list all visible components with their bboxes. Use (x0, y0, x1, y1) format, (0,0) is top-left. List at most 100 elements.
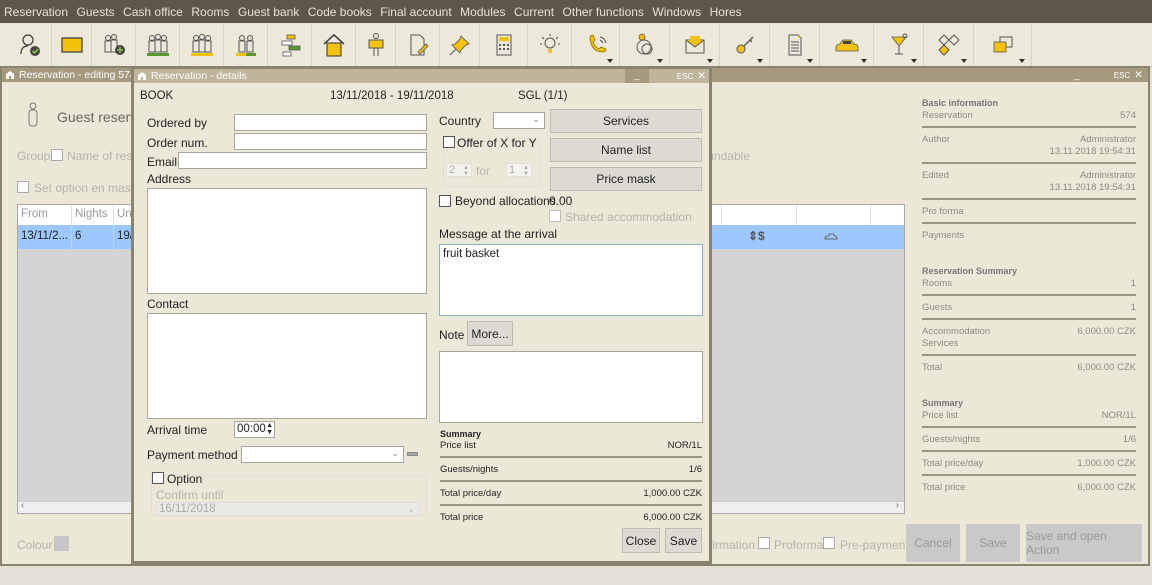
close-icon[interactable]: ✕ (697, 70, 706, 82)
header-from[interactable]: From (18, 205, 72, 225)
house-button[interactable] (312, 23, 356, 67)
reservation-details-title: Reservation - details (151, 70, 247, 82)
price-sort-dollar-icon[interactable]: ⇕$ (748, 229, 765, 243)
screens-dropdown-arrow[interactable] (1019, 59, 1025, 63)
guests-label: Guests (922, 302, 953, 313)
close-button[interactable]: Close (622, 528, 660, 553)
payment-method-edit-icon[interactable] (407, 452, 418, 456)
mail-button[interactable] (670, 23, 720, 67)
group-mixed-button[interactable] (224, 23, 268, 67)
scroll-right-icon[interactable]: › (896, 500, 899, 511)
cocktail-dropdown-arrow[interactable] (911, 59, 917, 63)
cell-nights: 6 (72, 225, 114, 249)
message-arrival-textarea[interactable]: fruit basket (439, 244, 703, 316)
car-button[interactable] (820, 23, 874, 67)
scroll-left-icon[interactable]: ‹ (21, 500, 24, 511)
shared-accommodation-checkbox[interactable] (549, 210, 561, 222)
cancel-button[interactable]: Cancel (906, 524, 960, 562)
offer-checkbox[interactable] (443, 136, 455, 148)
services-button[interactable]: Services (550, 109, 702, 133)
group-checkbox[interactable] (51, 149, 63, 161)
payment-method-select[interactable]: ⌄ (241, 446, 404, 463)
group-green-button[interactable] (136, 23, 180, 67)
menu-guests[interactable]: Guests (77, 5, 115, 19)
spinner-arrows-icon[interactable]: ▲ ▼ (266, 422, 273, 436)
colour-swatch[interactable] (54, 536, 69, 551)
mail-dropdown-arrow[interactable] (707, 59, 713, 63)
price-mask-button[interactable]: Price mask (550, 167, 702, 191)
colour-label: Colour (17, 538, 53, 552)
chevron-down-icon: ⌄ (532, 114, 540, 124)
arrival-time-spinner[interactable]: 00:00 ▲ ▼ (234, 421, 275, 438)
menu-guest-bank[interactable]: Guest bank (238, 5, 299, 19)
menu-code-books[interactable]: Code books (308, 5, 372, 19)
menu-windows[interactable]: Windows (652, 5, 701, 19)
set-option-label: Set option en masse (34, 181, 144, 195)
circles-dropdown-arrow[interactable] (657, 59, 663, 63)
menu-rooms[interactable]: Rooms (191, 5, 229, 19)
address-textarea[interactable] (147, 188, 427, 294)
car-dropdown-arrow[interactable] (861, 59, 867, 63)
minimize-button[interactable]: _ (1074, 69, 1080, 81)
more-button[interactable]: More... (467, 321, 513, 346)
guest-check-button[interactable] (8, 23, 52, 67)
option-checkbox[interactable] (152, 472, 164, 484)
country-select[interactable]: ⌄ (493, 112, 545, 129)
cocktail-button[interactable] (874, 23, 924, 67)
person-board-button[interactable] (356, 23, 396, 67)
contact-textarea[interactable] (147, 313, 427, 419)
name-list-button[interactable]: Name list (550, 138, 702, 162)
menu-reservation[interactable]: Reservation (4, 5, 68, 19)
circles-button[interactable] (620, 23, 670, 67)
save-and-open-action-button[interactable]: Save and open Action (1026, 524, 1142, 562)
close-icon[interactable]: ✕ (1134, 69, 1143, 81)
beyond-allocations-checkbox[interactable] (439, 195, 451, 207)
reservation-details-titlebar[interactable]: Reservation - details _ ESC ✕ (134, 69, 709, 83)
menu-current[interactable]: Current (514, 5, 554, 19)
menu-hores[interactable]: Hores (710, 5, 742, 19)
card-button[interactable] (52, 23, 92, 67)
report-dropdown-arrow[interactable] (807, 59, 813, 63)
group-green-icon (146, 34, 169, 56)
group-add-button[interactable] (92, 23, 136, 67)
total-price-value: 6,000.00 CZK (1077, 482, 1136, 493)
key-dropdown-arrow[interactable] (757, 59, 763, 63)
option-label: Option (167, 472, 203, 486)
arrival-time-value: 00:00 (237, 423, 266, 435)
minimize-button[interactable]: _ (624, 69, 649, 83)
phone-dropdown-arrow[interactable] (607, 59, 613, 63)
timeline-button[interactable] (268, 23, 312, 67)
pin-button[interactable] (440, 23, 480, 67)
header-nights[interactable]: Nights (72, 205, 114, 225)
report-button[interactable] (770, 23, 820, 67)
save-button[interactable]: Save (966, 524, 1020, 562)
transfer-button[interactable] (924, 23, 974, 67)
set-option-checkbox[interactable] (17, 181, 29, 193)
offer-y-spinner: 1 ▲ ▼ (506, 163, 532, 177)
proforma-checkbox[interactable] (758, 537, 770, 549)
divider (922, 126, 1136, 128)
save-button[interactable]: Save (665, 528, 702, 553)
car-small-icon[interactable] (824, 233, 838, 241)
document-edit-button[interactable] (396, 23, 440, 67)
menu-final-account[interactable]: Final account (380, 5, 451, 19)
author-value: Administrator (1080, 134, 1136, 145)
transfer-dropdown-arrow[interactable] (961, 59, 967, 63)
menu-modules[interactable]: Modules (460, 5, 505, 19)
lightbulb-button[interactable] (528, 23, 572, 67)
phone-button[interactable] (576, 23, 620, 67)
menu-other-functions[interactable]: Other functions (563, 5, 644, 19)
key-button[interactable] (720, 23, 770, 67)
order-num-input[interactable] (234, 133, 427, 150)
group-yellow-button[interactable] (180, 23, 224, 67)
ordered-by-input[interactable] (234, 114, 427, 131)
prepayment-checkbox[interactable] (823, 537, 835, 549)
menu-cash-office[interactable]: Cash office (123, 5, 183, 19)
screens-button[interactable] (974, 23, 1032, 67)
calculator-button[interactable] (480, 23, 528, 67)
email-input[interactable] (178, 152, 427, 169)
divider (922, 162, 1136, 164)
note-textarea[interactable] (439, 351, 703, 423)
screens-icon (993, 36, 1012, 53)
date-range: 13/11/2018 - 19/11/2018 (330, 90, 454, 102)
